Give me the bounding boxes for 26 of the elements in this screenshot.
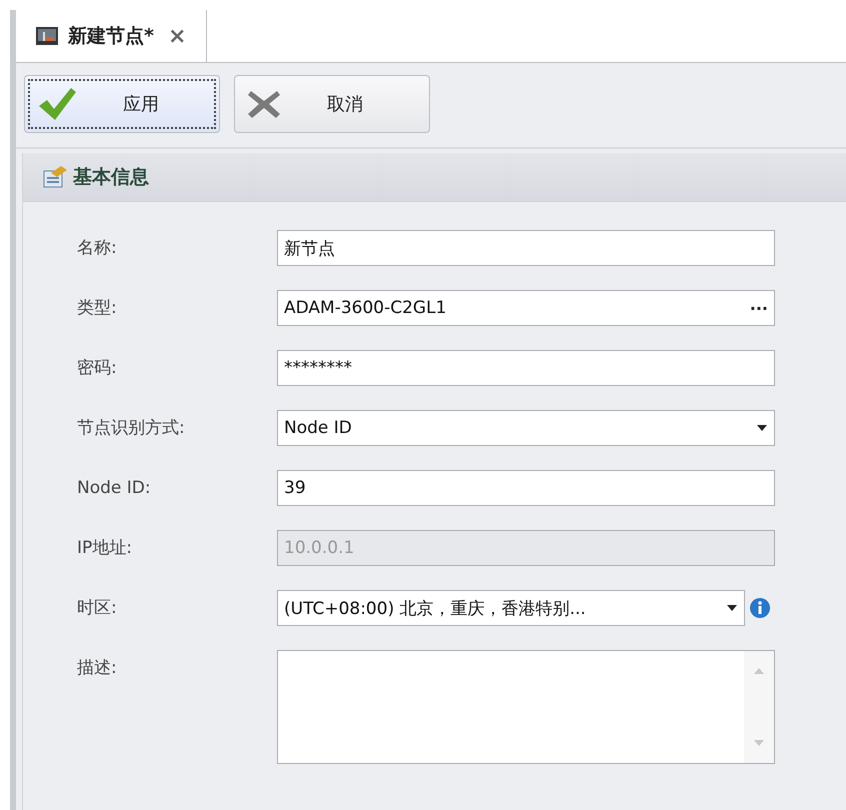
checkmark-icon <box>37 86 77 122</box>
field-label: IP地址: <box>77 537 133 560</box>
field-label: Node ID: <box>77 477 152 500</box>
input-field[interactable]: 39 <box>277 470 775 506</box>
dropdown-arrow-icon[interactable] <box>756 424 768 432</box>
dropdown-arrow-icon[interactable] <box>726 604 738 612</box>
field-label: 密码: <box>77 357 118 380</box>
field-label: 类型: <box>77 297 118 320</box>
info-icon[interactable] <box>749 597 771 619</box>
field-label: 节点识别方式: <box>77 417 186 440</box>
password-field[interactable]: ******** <box>277 350 775 386</box>
field-label: 名称: <box>77 237 118 260</box>
field-label: 时区: <box>77 597 118 620</box>
section-header: 基本信息 <box>23 153 846 202</box>
input-field[interactable]: 新节点 <box>277 230 775 266</box>
dropdown-field[interactable]: (UTC+08:00) 北京，重庆，香港特别... <box>277 590 745 626</box>
dropdown-field[interactable]: Node ID <box>277 410 775 446</box>
ellipsis-button[interactable]: ··· <box>750 298 768 318</box>
close-icon <box>247 89 281 119</box>
monitor-icon <box>36 27 58 45</box>
close-button[interactable]: × <box>164 24 190 48</box>
field-label: 描述: <box>77 657 118 680</box>
form-edit-icon <box>43 165 69 189</box>
cancel-button[interactable]: 取消 <box>234 75 430 133</box>
apply-button[interactable]: 应用 <box>24 75 220 133</box>
input-field[interactable]: ADAM-3600-C2GL1 ··· <box>277 290 775 326</box>
